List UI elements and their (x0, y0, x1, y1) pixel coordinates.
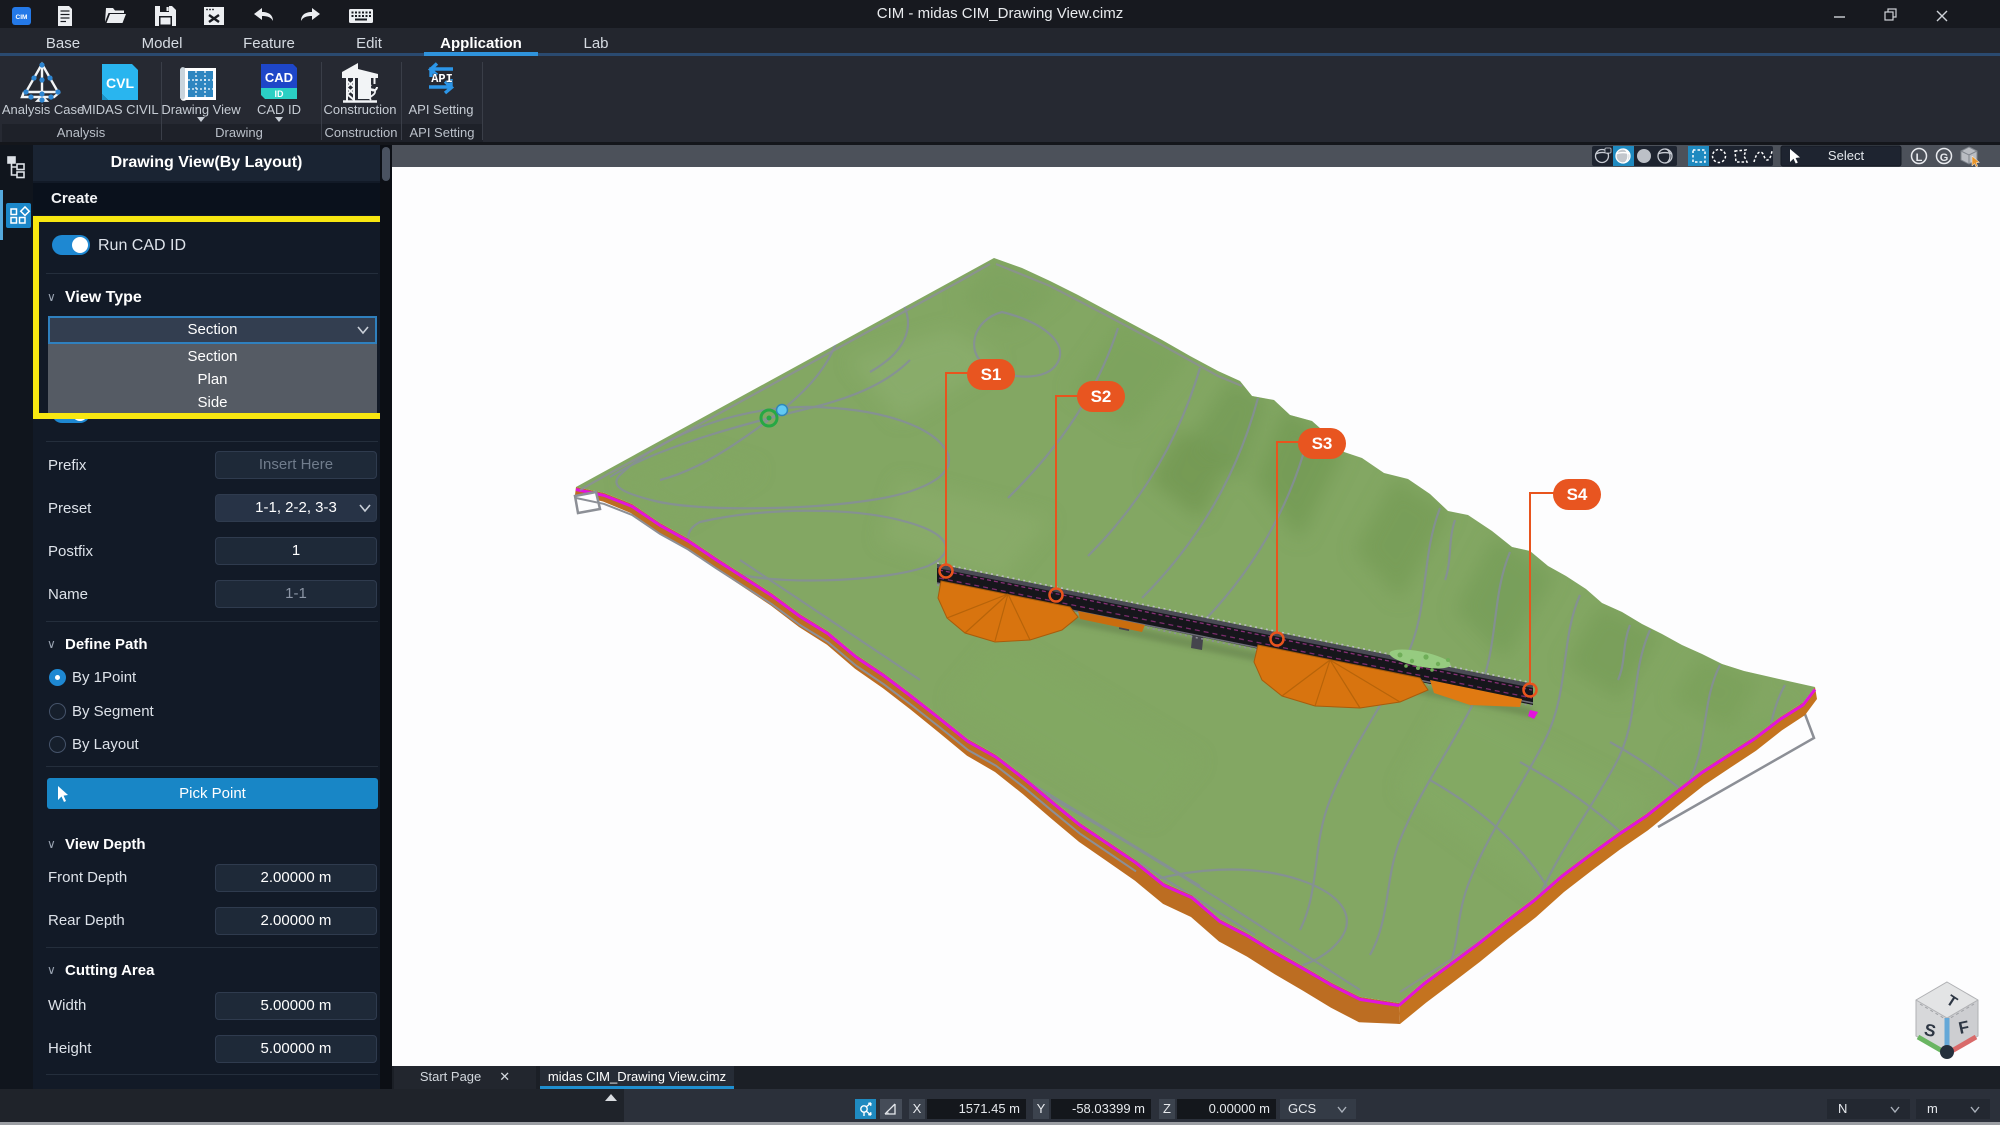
svg-text:CVL: CVL (106, 75, 134, 91)
svg-text:CIM: CIM (16, 14, 28, 21)
svg-text:L: L (1916, 152, 1923, 164)
svg-text:API: API (431, 72, 453, 86)
svg-text:S1: S1 (981, 365, 1002, 384)
svg-text:S4: S4 (1567, 485, 1588, 504)
svg-text:G: G (1940, 152, 1949, 164)
svg-text:Select: Select (1828, 148, 1865, 163)
svg-text:CAD: CAD (265, 70, 293, 85)
svg-text:S3: S3 (1312, 434, 1333, 453)
svg-text:S2: S2 (1091, 387, 1112, 406)
svg-text:ID: ID (275, 89, 285, 99)
